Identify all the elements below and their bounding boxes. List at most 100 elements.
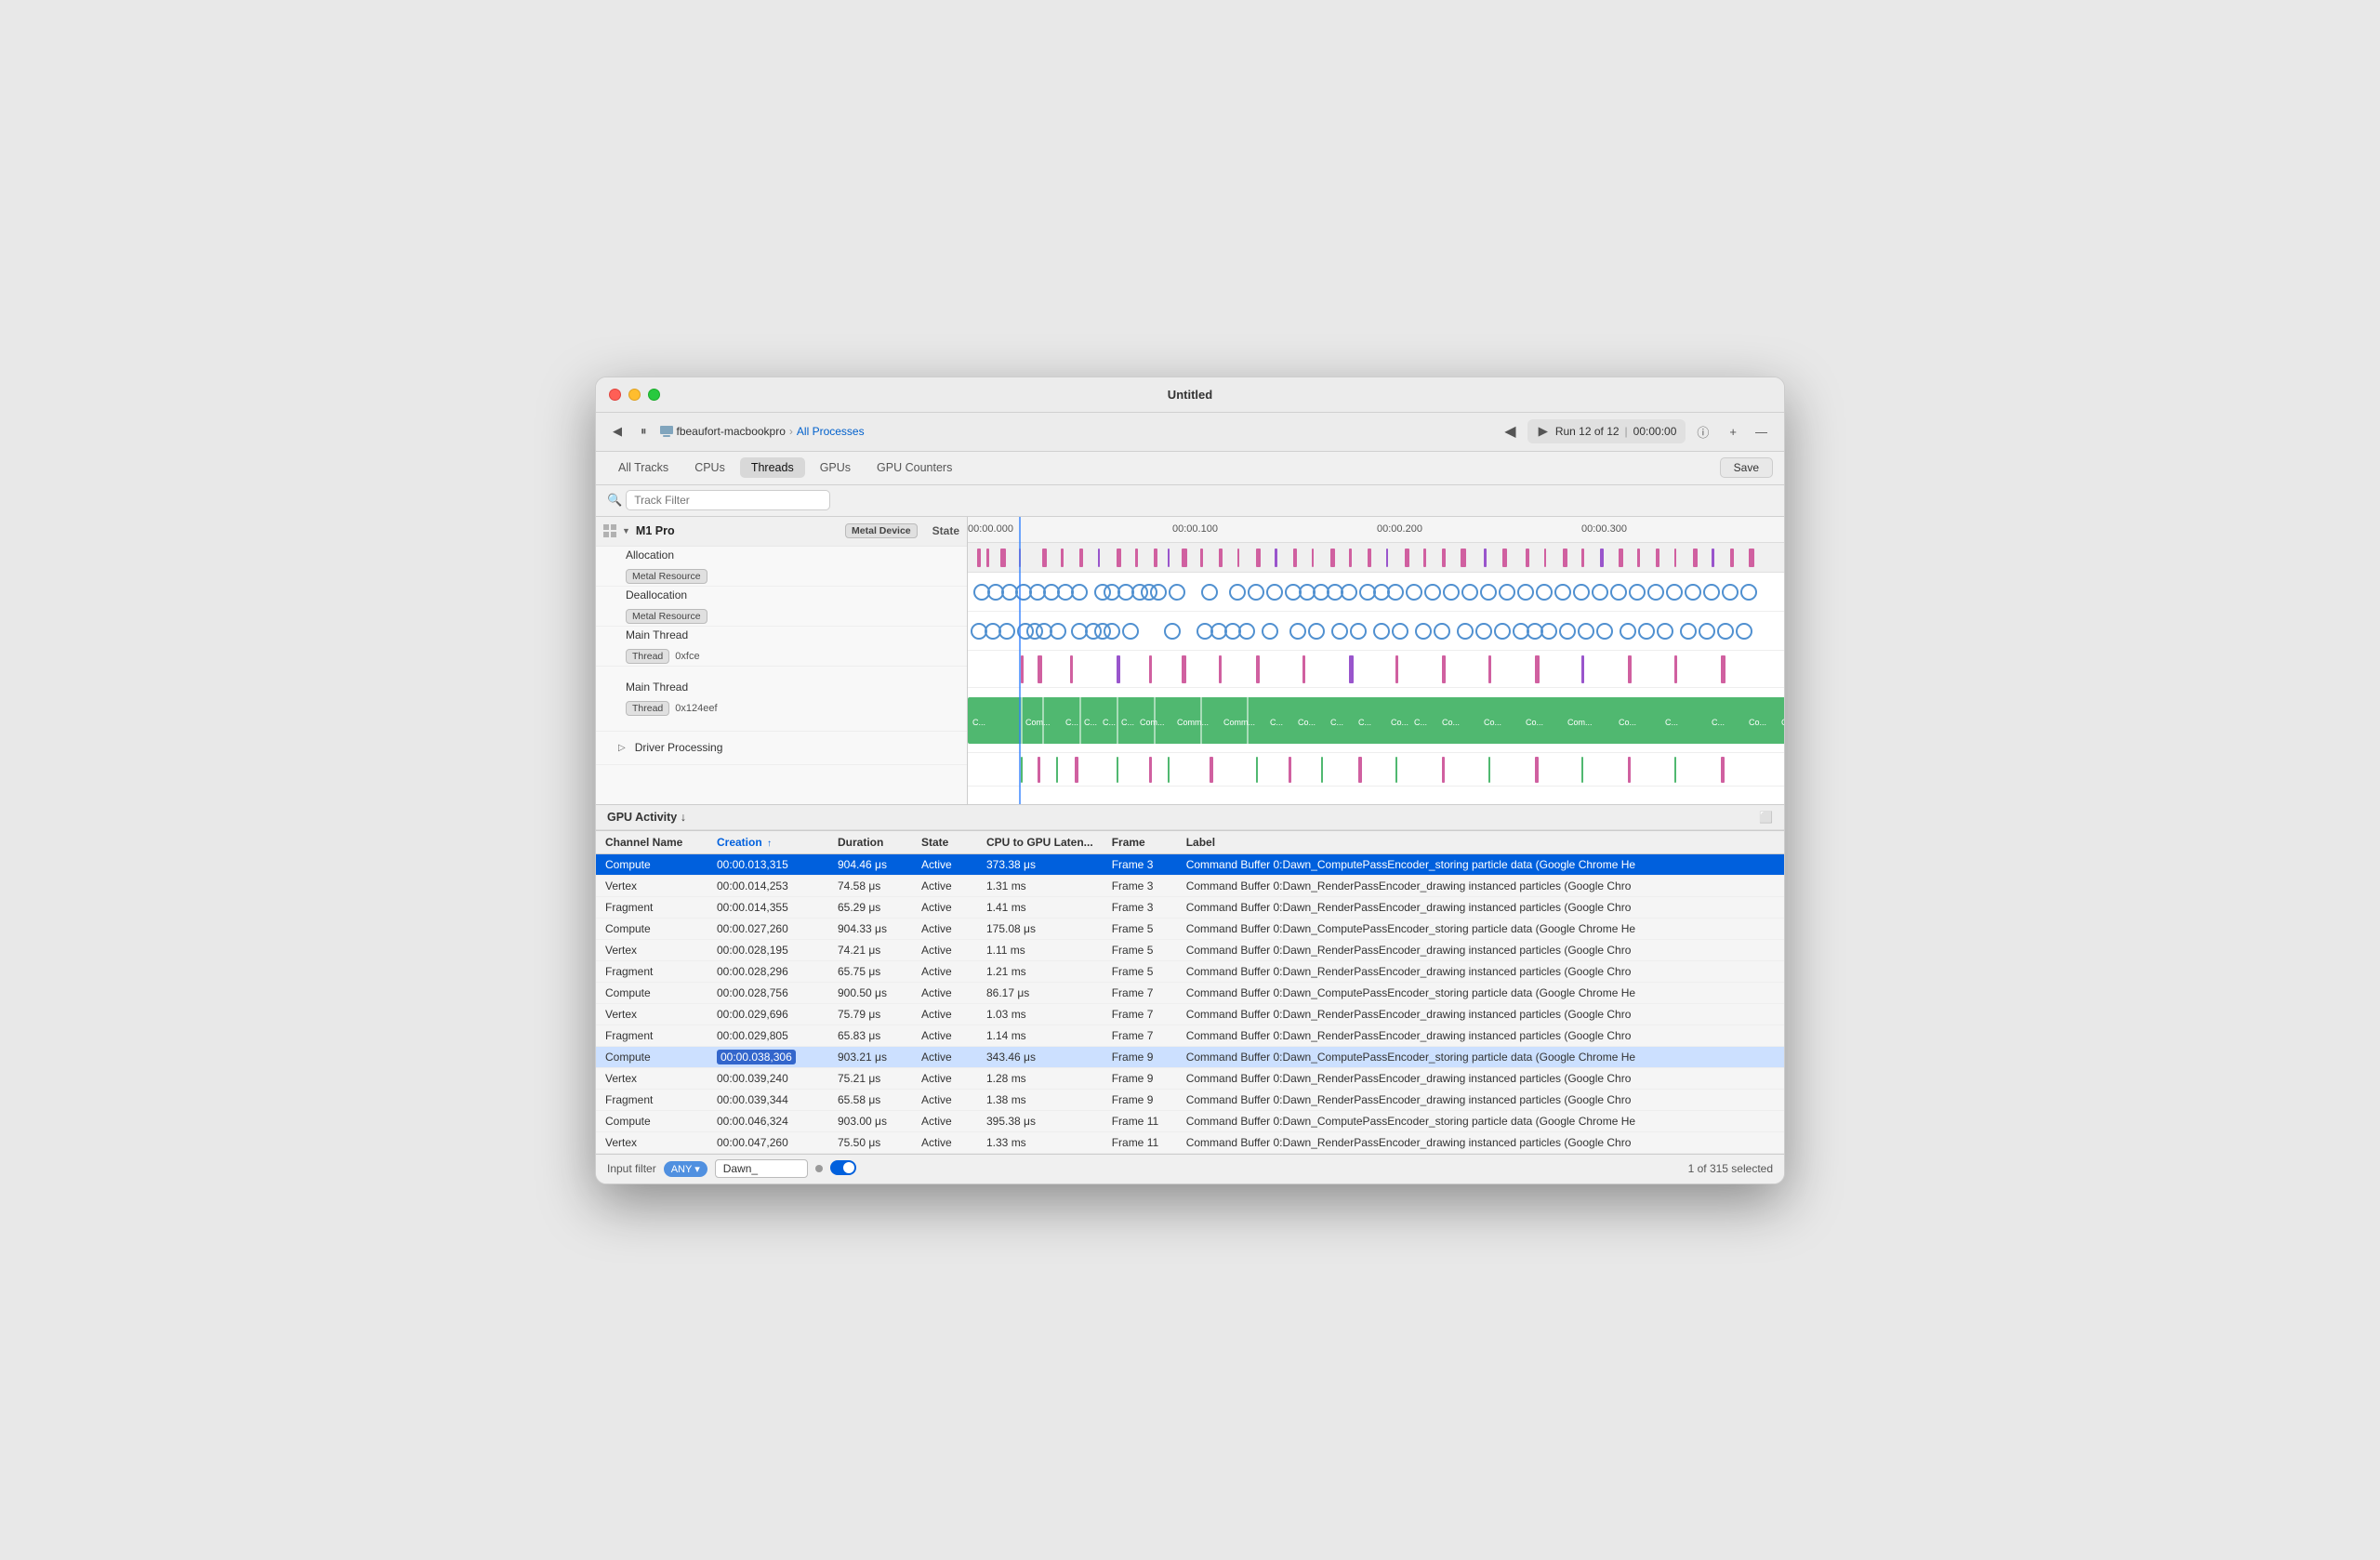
cell-latency: 343.46 μs <box>977 1046 1103 1067</box>
cell-label: Command Buffer 0:Dawn_RenderPassEncoder_… <box>1177 960 1784 982</box>
cell-frame: Frame 9 <box>1103 1089 1177 1110</box>
cell-label: Command Buffer 0:Dawn_ComputePassEncoder… <box>1177 982 1784 1003</box>
header-frame[interactable]: Frame <box>1103 831 1177 854</box>
main-thread-label-2: Main Thread <box>626 681 688 694</box>
gpu-activity-section: GPU Activity ↓ ⬜ <box>596 805 1784 831</box>
dropdown-icon: ▾ <box>694 1164 700 1175</box>
table-row[interactable]: Fragment 00:00.014,355 65.29 μs Active 1… <box>596 896 1784 918</box>
table-row[interactable]: Fragment 00:00.029,805 65.83 μs Active 1… <box>596 1025 1784 1046</box>
selection-info: 1 of 315 selected <box>1688 1162 1773 1175</box>
viz-deallocation <box>968 612 1784 651</box>
table-row[interactable]: Vertex 00:00.039,240 75.21 μs Active 1.2… <box>596 1067 1784 1089</box>
cell-latency: 1.41 ms <box>977 896 1103 918</box>
run-play-button[interactable]: ▶ <box>1537 422 1550 441</box>
svg-text:Comm...: Comm... <box>1177 718 1209 727</box>
metal-device-chip: Metal Device <box>845 523 918 538</box>
svg-text:Comm...: Comm... <box>1223 718 1255 727</box>
deallocation-label: Deallocation <box>626 588 687 602</box>
cell-label: Command Buffer 0:Dawn_RenderPassEncoder_… <box>1177 1131 1784 1153</box>
close-button[interactable] <box>609 389 621 401</box>
tab-gpus[interactable]: GPUs <box>809 457 862 478</box>
driver-processing-row[interactable]: ▷ Driver Processing <box>596 732 967 765</box>
computer-label: fbeaufort-macbookpro <box>677 425 786 438</box>
main-thread-row-2: Main Thread Thread 0x124eef <box>596 667 967 732</box>
table-row[interactable]: Compute 00:00.028,756 900.50 μs Active 8… <box>596 982 1784 1003</box>
table-row[interactable]: Compute 00:00.038,306 903.21 μs Active 3… <box>596 1046 1784 1067</box>
header-creation[interactable]: Creation ↑ <box>707 831 828 854</box>
cell-frame: Frame 5 <box>1103 918 1177 939</box>
back-button[interactable]: ◀ <box>607 422 628 441</box>
cell-channel: Vertex <box>596 1003 707 1025</box>
table-row[interactable]: Vertex 00:00.028,195 74.21 μs Active 1.1… <box>596 939 1784 960</box>
timeline-panel: 00:00.000 00:00.100 00:00.200 00:00.300 <box>968 517 1784 804</box>
time-marker-300: 00:00.300 <box>1581 523 1627 535</box>
driver-processing-label: Driver Processing <box>635 741 723 754</box>
filter-condition-chip[interactable]: ANY ▾ <box>664 1161 707 1177</box>
cell-channel: Fragment <box>596 1089 707 1110</box>
header-state[interactable]: State <box>912 831 977 854</box>
cell-state: Active <box>912 1131 977 1153</box>
add-button[interactable]: + <box>1724 423 1742 441</box>
table-row[interactable]: Fragment 00:00.028,296 65.75 μs Active 1… <box>596 960 1784 982</box>
table-row[interactable]: Vertex 00:00.014,253 74.58 μs Active 1.3… <box>596 875 1784 896</box>
minimize-window-button[interactable]: — <box>1750 423 1773 441</box>
cell-latency: 1.31 ms <box>977 875 1103 896</box>
window-controls <box>609 389 660 401</box>
table-row[interactable]: Compute 00:00.027,260 904.33 μs Active 1… <box>596 918 1784 939</box>
cursor-line <box>1019 517 1021 804</box>
save-button[interactable]: Save <box>1720 457 1773 478</box>
svg-text:Com...: Com... <box>1025 718 1051 727</box>
pause-button[interactable]: ⏸ <box>635 422 653 441</box>
svg-text:Co...: Co... <box>1484 718 1501 727</box>
header-latency[interactable]: CPU to GPU Laten... <box>977 831 1103 854</box>
run-back-button[interactable]: ◀ <box>1499 420 1521 443</box>
table-body: Compute 00:00.013,315 904.46 μs Active 3… <box>596 853 1784 1153</box>
tab-gpu-counters[interactable]: GPU Counters <box>866 457 963 478</box>
gpu-activity-header[interactable]: GPU Activity ↓ ⬜ <box>596 805 1784 830</box>
header-channel[interactable]: Channel Name <box>596 831 707 854</box>
svg-text:C...: C... <box>1121 718 1134 727</box>
svg-text:C...: C... <box>1665 718 1678 727</box>
time-marker-0: 00:00.000 <box>968 523 1013 535</box>
filter-toggle[interactable] <box>830 1160 856 1178</box>
viz-driver-processing <box>968 753 1784 787</box>
cell-duration: 75.79 μs <box>828 1003 912 1025</box>
cell-latency: 1.21 ms <box>977 960 1103 982</box>
maximize-button[interactable] <box>648 389 660 401</box>
svg-text:Com...: Com... <box>1567 718 1593 727</box>
minimize-button[interactable] <box>628 389 641 401</box>
table-row[interactable]: Compute 00:00.046,324 903.00 μs Active 3… <box>596 1110 1784 1131</box>
table-row[interactable]: Vertex 00:00.047,260 75.50 μs Active 1.3… <box>596 1131 1784 1153</box>
table-row[interactable]: Compute 00:00.013,315 904.46 μs Active 3… <box>596 853 1784 875</box>
toolbar: ◀ ⏸ fbeaufort-macbookpro › All Processes… <box>596 413 1784 452</box>
cell-channel: Vertex <box>596 1131 707 1153</box>
viz-main-thread-1 <box>968 651 1784 688</box>
allocation-row: Allocation Metal Resource <box>596 547 967 587</box>
filter-input[interactable] <box>715 1159 808 1178</box>
thread-chip-2: Thread <box>626 701 669 716</box>
svg-text:C...: C... <box>1084 718 1097 727</box>
processes-label[interactable]: All Processes <box>797 425 865 438</box>
table-row[interactable]: Vertex 00:00.029,696 75.79 μs Active 1.0… <box>596 1003 1784 1025</box>
cell-latency: 86.17 μs <box>977 982 1103 1003</box>
cell-label: Command Buffer 0:Dawn_RenderPassEncoder_… <box>1177 939 1784 960</box>
header-label[interactable]: Label <box>1177 831 1784 854</box>
cell-frame: Frame 11 <box>1103 1131 1177 1153</box>
info-button[interactable]: ⓘ <box>1691 421 1714 443</box>
table-row[interactable]: Fragment 00:00.039,344 65.58 μs Active 1… <box>596 1089 1784 1110</box>
cell-channel: Compute <box>596 918 707 939</box>
cell-state: Active <box>912 1025 977 1046</box>
header-duration[interactable]: Duration <box>828 831 912 854</box>
driver-processing-viz <box>968 753 1784 787</box>
window-title: Untitled <box>1168 388 1212 402</box>
run-label: Run 12 of 12 <box>1555 425 1620 438</box>
cell-creation: 00:00.039,344 <box>707 1089 828 1110</box>
tab-threads[interactable]: Threads <box>740 457 805 478</box>
cell-duration: 75.21 μs <box>828 1067 912 1089</box>
cell-label: Command Buffer 0:Dawn_RenderPassEncoder_… <box>1177 1025 1784 1046</box>
track-filter-input[interactable] <box>626 490 830 510</box>
tab-all-tracks[interactable]: All Tracks <box>607 457 680 478</box>
dot-indicator <box>815 1165 823 1172</box>
tab-cpus[interactable]: CPUs <box>683 457 736 478</box>
cell-label: Command Buffer 0:Dawn_RenderPassEncoder_… <box>1177 896 1784 918</box>
